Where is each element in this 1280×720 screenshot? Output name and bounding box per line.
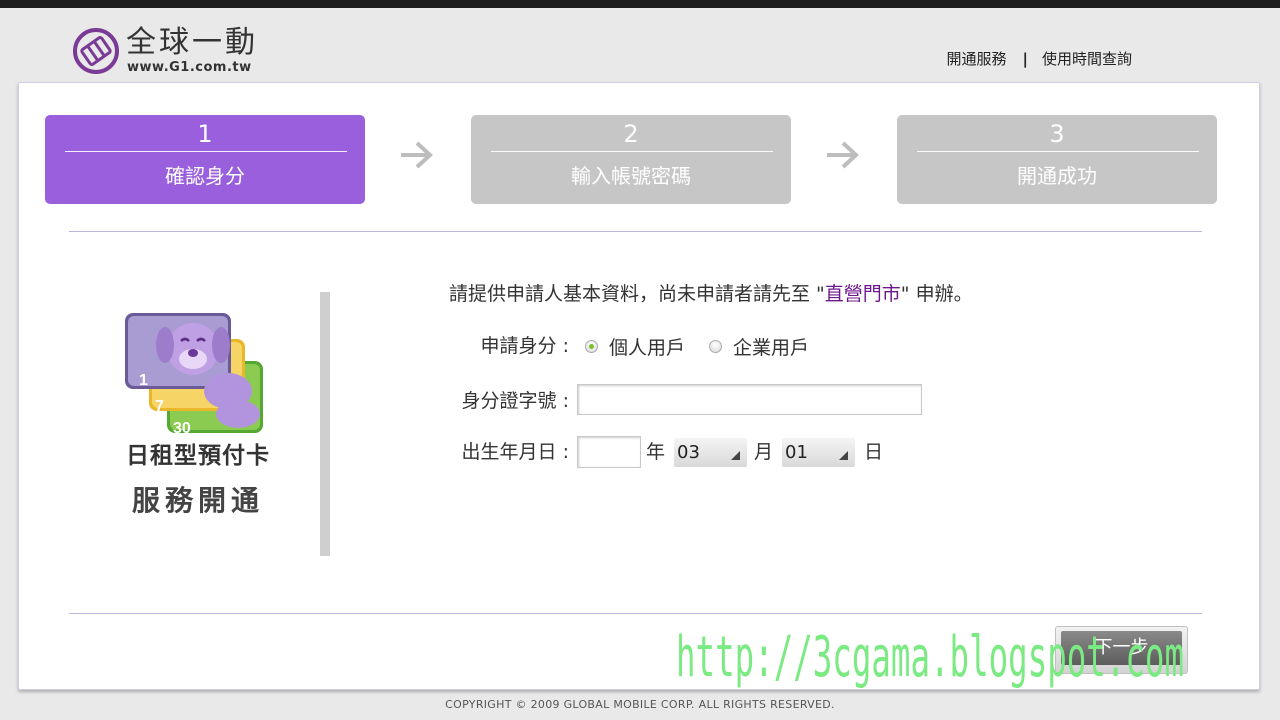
g1-logo[interactable]: 全球一動 www.G1.com.tw <box>72 24 282 80</box>
birth-month-select[interactable]: 03 <box>674 438 747 467</box>
birth-date-label: 出生年月日 : <box>461 441 569 463</box>
top-links: 開通服務 | 使用時間查詢 <box>946 48 1132 69</box>
year-unit: 年 <box>646 441 666 463</box>
birth-day-select[interactable]: 01 <box>782 438 855 467</box>
id-number-label: 身分證字號 : <box>461 390 569 412</box>
step-2: 2 輸入帳號密碼 <box>471 115 791 204</box>
step-number: 3 <box>1049 120 1065 148</box>
day-unit: 日 <box>864 441 884 463</box>
personal-user-radio[interactable] <box>585 340 598 353</box>
dropdown-arrow-icon <box>839 451 848 460</box>
vertical-divider <box>320 292 330 556</box>
card-title: 日租型預付卡 <box>126 443 270 469</box>
step-1: 1 確認身分 <box>45 115 365 204</box>
month-unit: 月 <box>754 441 774 463</box>
personal-user-label[interactable]: 個人用戶 <box>609 335 685 361</box>
arrow-right-icon <box>827 141 859 169</box>
step-label: 確認身分 <box>165 164 245 188</box>
step-label: 開通成功 <box>1017 164 1097 188</box>
step-3: 3 開通成功 <box>897 115 1217 204</box>
blog-watermark: http://3cgama.blogspot.com <box>676 625 1184 690</box>
intro-text: 請提供申請人基本資料，尚未申請者請先至 "直營門市" 申辦。 <box>449 281 973 307</box>
activate-service-link[interactable]: 開通服務 <box>946 50 1006 68</box>
logo-chinese-name: 全球一動 <box>126 25 258 60</box>
business-user-label[interactable]: 企業用戶 <box>733 335 809 361</box>
identity-label: 申請身分 : <box>480 335 569 357</box>
card-number-1: 1 <box>139 372 148 389</box>
usage-time-query-link[interactable]: 使用時間查詢 <box>1042 50 1132 68</box>
step-divider <box>917 151 1199 152</box>
birth-year-input[interactable] <box>577 436 641 468</box>
step-label: 輸入帳號密碼 <box>571 164 691 188</box>
logo-url: www.G1.com.tw <box>127 60 252 75</box>
main-panel: 1 確認身分 2 輸入帳號密碼 3 開通成功 1 7 30 日租型預付卡 服務開… <box>18 82 1260 690</box>
intro-after: " 申辦。 <box>900 283 973 305</box>
g1-logo-icon <box>73 28 119 74</box>
top-bar <box>0 0 1280 8</box>
top-divider <box>69 231 1202 232</box>
business-user-radio[interactable] <box>709 340 722 353</box>
prepaid-card-icon: 1 7 30 <box>125 313 263 437</box>
card-number-30: 30 <box>173 420 191 437</box>
step-number: 2 <box>623 120 639 148</box>
step-divider <box>491 151 773 152</box>
step-divider <box>65 151 347 152</box>
direct-store-link[interactable]: 直營門市 <box>825 283 901 305</box>
birth-day-value: 01 <box>785 442 808 463</box>
watermark-text: http://3cgama.blogspot.com <box>676 625 1184 690</box>
arrow-right-icon <box>401 141 433 169</box>
card-number-7: 7 <box>155 398 164 415</box>
dropdown-arrow-icon <box>731 451 740 460</box>
intro-before: 請提供申請人基本資料，尚未申請者請先至 " <box>449 283 825 305</box>
id-number-input[interactable] <box>577 384 922 415</box>
step-number: 1 <box>197 120 213 148</box>
link-separator: | <box>1022 50 1028 68</box>
birth-month-value: 03 <box>677 442 700 463</box>
card-subtitle: 服務開通 <box>131 484 264 517</box>
